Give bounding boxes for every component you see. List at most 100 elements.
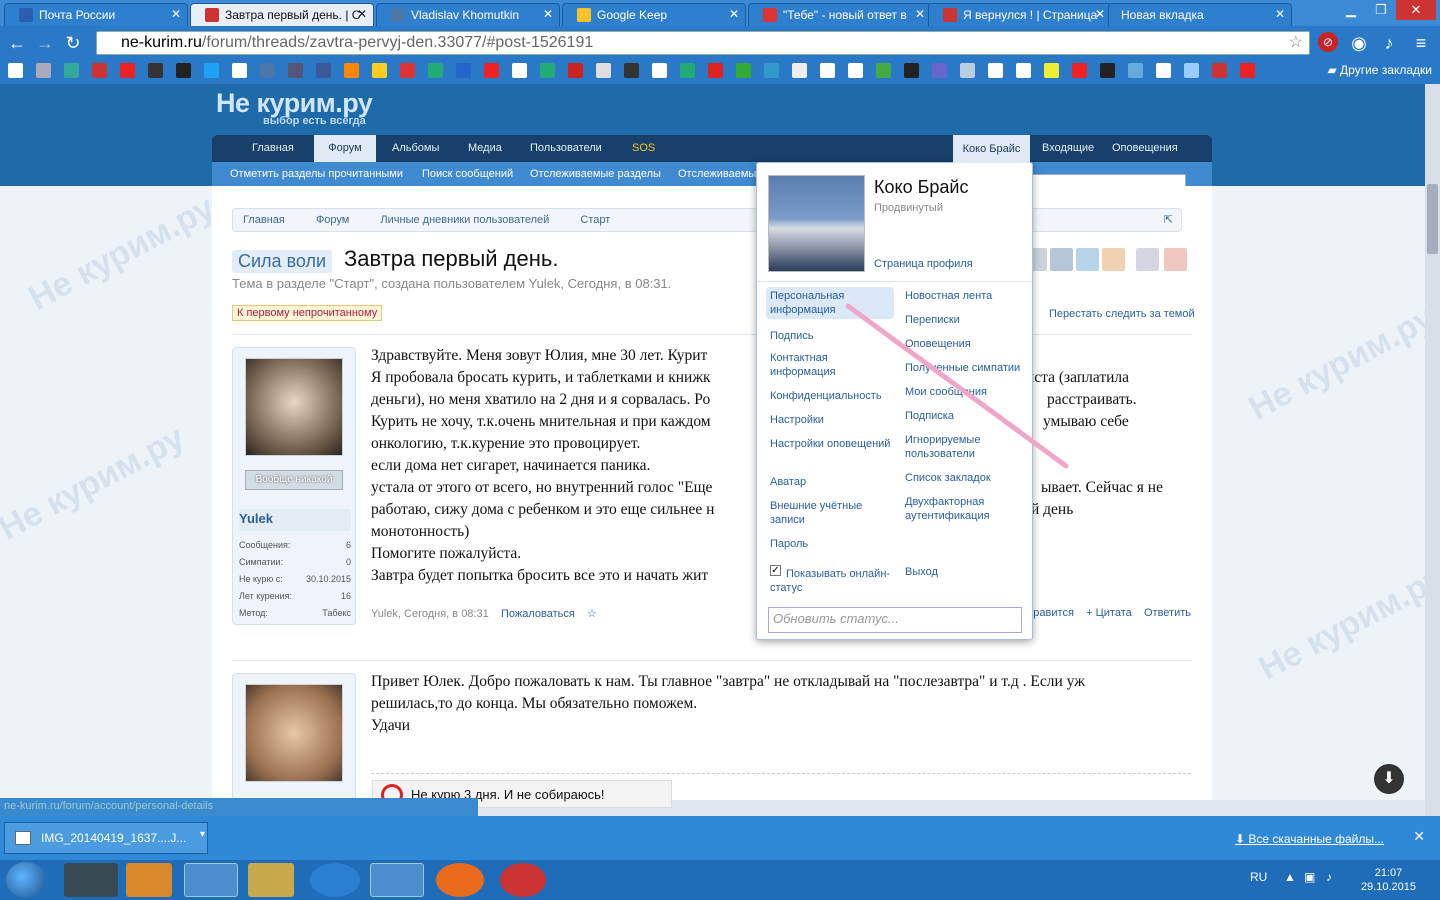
tab-gmail[interactable]: "Тебе" - новый ответ в ✕ [748,3,932,26]
bookmark-icon[interactable] [1128,63,1143,78]
bookmark-icon[interactable] [1044,63,1059,78]
bookmark-icon[interactable] [428,63,443,78]
address-bar[interactable]: ne-kurim.ru/forum/threads/zavtra-pervyj-… [96,31,1310,55]
bookmark-icon[interactable] [764,63,779,78]
media-player-icon[interactable] [126,863,172,897]
firefox-icon[interactable] [436,863,484,897]
following-link[interactable]: Подписка [905,409,1030,423]
bookmark-page-icon[interactable] [8,63,23,78]
status-input[interactable]: Обновить статус... [768,607,1022,633]
bookmark-icon[interactable] [848,63,863,78]
odnoklassniki-icon[interactable] [1102,248,1125,271]
close-icon[interactable]: ✕ [729,7,739,21]
conversations-link[interactable]: Переписки [905,313,1030,327]
bookmark-icon[interactable] [512,63,527,78]
mail-icon[interactable] [344,63,359,78]
username[interactable]: Yulek [239,509,351,531]
profile-page-link[interactable]: Страница профиля [874,258,973,270]
start-button[interactable] [6,862,46,898]
avatar[interactable] [245,684,343,782]
bookmark-icon[interactable] [736,63,751,78]
network-icon[interactable]: ▣ [1304,870,1315,884]
bookmark-icon[interactable] [1156,63,1171,78]
tab-zavtra[interactable]: Завтра первый день. | С ✕ [190,3,374,26]
bookmark-icon[interactable] [288,63,303,78]
gmail-icon[interactable] [400,63,415,78]
password-link[interactable]: Пароль [770,537,895,551]
bookmark-icon[interactable] [988,63,1003,78]
bookmark-icon[interactable] [148,63,163,78]
other-bookmarks[interactable]: ▰ Другие закладки [1327,63,1432,77]
scroll-down-icon[interactable]: ⬇ [1374,764,1404,794]
watched-forums-link[interactable]: Отслеживаемые разделы [530,162,661,186]
star-icon[interactable]: ☆ [587,608,597,620]
news-feed-link[interactable]: Новостная лента [905,289,1030,303]
adblock-icon[interactable]: ⊘ [1318,32,1338,52]
back-icon[interactable]: ← [6,32,28,54]
close-icon[interactable]: ✕ [915,7,925,21]
close-icon[interactable]: ✕ [1413,828,1425,845]
bookmark-icon[interactable] [876,63,891,78]
bookmark-icon[interactable] [596,63,611,78]
external-accounts-link[interactable]: Внешние учётные записи [770,499,895,527]
privacy-link[interactable]: Конфиденциальность [770,389,895,403]
skype-icon[interactable] [204,63,219,78]
restore-icon[interactable]: ❐ [1366,0,1396,20]
facebook-icon[interactable] [316,63,331,78]
clock[interactable]: 21:07 29.10.2015 [1361,866,1416,894]
yandex-icon[interactable] [232,63,247,78]
bookmark-icon[interactable] [456,63,471,78]
bookmark-icon[interactable] [820,63,835,78]
google-plus-icon[interactable] [1164,248,1187,271]
mark-forums-read-link[interactable]: Отметить разделы прочитанными [230,162,403,186]
facebook-icon[interactable] [1050,248,1073,271]
vk-icon[interactable] [260,63,275,78]
bookmark-icon[interactable] [1016,63,1031,78]
extension-icon[interactable]: ◉ [1348,32,1370,54]
post-author-date[interactable]: Yulek, Сегодня, в 08:31 [371,608,489,620]
mail-ru-icon[interactable] [1136,248,1159,271]
my-posts-link[interactable]: Мои сообщения [905,385,1030,399]
bookmark-icon[interactable] [1212,63,1227,78]
bookmarks-link[interactable]: Список закладок [905,471,1030,485]
nav-home[interactable]: Главная [244,135,302,162]
search-messages-link[interactable]: Поиск сообщений [422,162,513,186]
download-item[interactable]: IMG_20140419_1637....J... ▾ [4,822,208,854]
signature-link[interactable]: Подпись [770,329,895,343]
menu-icon[interactable]: ≡ [1410,32,1432,54]
bookmark-icon[interactable] [1240,63,1255,78]
logout-link[interactable]: Выход [905,565,1030,579]
nav-users[interactable]: Пользователи [522,135,610,162]
bookmark-icon[interactable] [540,63,555,78]
bookmark-icon[interactable] [64,63,79,78]
youtube-icon[interactable] [484,63,499,78]
avatar-link[interactable]: Аватар [770,475,895,489]
minimize-icon[interactable]: ▁ [1336,0,1366,20]
all-downloads-link[interactable]: ⬇ Все скачанные файлы... [1235,832,1384,846]
nav-albums[interactable]: Альбомы [384,135,447,162]
bookmark-icon[interactable] [708,63,723,78]
tab-new[interactable]: Новая вкладка ✕ [1108,3,1292,26]
bookmark-icon[interactable] [120,63,135,78]
close-icon[interactable]: ✕ [543,7,553,21]
close-icon[interactable]: ✕ [1275,7,1285,21]
volume-icon[interactable]: ♪ [1326,870,1332,884]
forward-icon[interactable]: → [34,32,56,54]
breadcrumb-item[interactable]: Форум [316,214,349,226]
two-step-link[interactable]: Двухфакторная аутентификация [905,495,1030,523]
close-icon[interactable]: ✕ [1095,7,1105,21]
scrollbar[interactable] [1425,84,1440,816]
like-link[interactable]: нравится [1027,607,1074,619]
bookmark-icon[interactable] [1184,63,1199,78]
quote-link[interactable]: + Цитата [1086,607,1132,619]
nav-account[interactable]: Коко Брайс [953,135,1030,163]
report-link[interactable]: Пожаловаться [501,608,575,620]
jump-icon[interactable]: ⇱ [1164,209,1173,231]
globe-icon[interactable] [310,863,360,897]
bookmark-icon[interactable] [92,63,107,78]
nav-forum[interactable]: Форум [314,135,376,162]
twitter-icon[interactable] [1076,248,1099,271]
bookmark-icon[interactable] [1100,63,1115,78]
avatar[interactable] [245,358,343,456]
viber-icon[interactable] [370,863,424,897]
